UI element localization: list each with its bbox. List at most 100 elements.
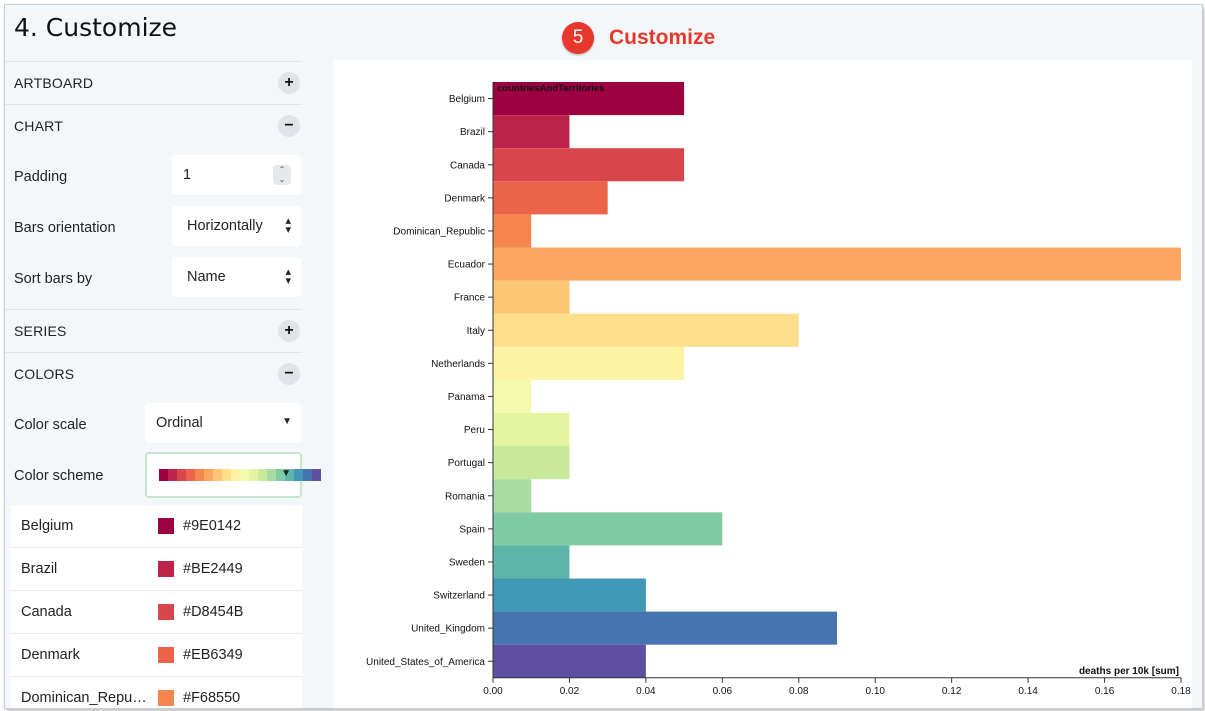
select-arrows-icon: ▴ ▾ <box>285 266 291 287</box>
x-axis-label: deaths per 10k [sum] <box>1079 666 1179 677</box>
color-list-item[interactable]: Canada #D8454B <box>11 591 302 634</box>
accordion-series[interactable]: SERIES + <box>5 309 302 352</box>
color-swatch[interactable] <box>158 561 174 577</box>
y-tick-label: Panama <box>448 392 486 403</box>
expand-series-button[interactable]: + <box>278 320 300 342</box>
collapse-colors-button[interactable]: − <box>278 363 300 385</box>
scheme-swatch <box>267 469 276 481</box>
bar <box>493 214 532 248</box>
bar <box>493 446 570 480</box>
bar <box>493 578 646 612</box>
chart-panel: Belgium Brazil Canada Denmark Dominican_Repu… <box>333 60 1192 708</box>
y-tick-label: Netherlands <box>431 359 485 370</box>
color-item-hex[interactable]: #D8454B <box>183 604 243 620</box>
color-item-hex[interactable]: #BE2449 <box>183 561 243 577</box>
series-label: countriesAndTerritories <box>497 83 605 94</box>
step-label: Customize <box>609 26 716 49</box>
color-scale-select[interactable]: Ordinal ▼ <box>145 403 301 443</box>
color-swatch[interactable] <box>158 518 174 534</box>
scheme-swatch <box>168 469 177 481</box>
color-swatch[interactable] <box>158 690 174 706</box>
x-tick-label: 0.14 <box>1018 686 1038 697</box>
select-arrows-icon: ▴ ▾ <box>285 215 291 236</box>
bar <box>493 611 837 645</box>
scheme-swatch <box>240 469 249 481</box>
sort-label: Sort bars by <box>14 271 93 287</box>
x-tick-label: 0.10 <box>865 686 885 697</box>
scheme-swatch <box>222 469 231 481</box>
y-tick-label: Portugal <box>448 458 485 469</box>
bar <box>493 148 685 182</box>
color-scale-label: Color scale <box>14 417 87 433</box>
page-title: 4. Customize <box>14 13 178 42</box>
sort-row: Sort bars by Name ▴ ▾ <box>5 257 302 301</box>
scheme-swatch <box>312 469 321 481</box>
color-item-name: Canada <box>21 604 72 620</box>
expand-artboard-button[interactable]: + <box>278 72 300 94</box>
scheme-swatch <box>249 469 258 481</box>
color-item-name: Belgium <box>21 518 74 534</box>
chevron-down-icon: ▼ <box>282 416 292 427</box>
color-scale-row: Color scale Ordinal ▼ <box>5 403 302 447</box>
x-tick-label: 0.16 <box>1095 686 1115 697</box>
bar <box>493 644 646 678</box>
stepper-icon[interactable]: ⌃ ⌄ <box>273 165 291 185</box>
step-badge: 5 <box>562 22 594 54</box>
bar <box>493 181 608 215</box>
scheme-swatch <box>213 469 222 481</box>
x-tick-label: 0.12 <box>942 686 962 697</box>
color-item-name: Brazil <box>21 561 58 577</box>
y-tick-label: Belgium <box>449 94 485 105</box>
x-tick-label: 0.04 <box>636 686 656 697</box>
x-tick-label: 0.02 <box>560 686 580 697</box>
accordion-colors[interactable]: COLORS − <box>5 352 302 395</box>
y-tick-label: Romania <box>445 491 485 502</box>
y-tick-label: Italy <box>467 326 485 337</box>
color-list-item[interactable]: Belgium #9E0142 <box>11 505 302 548</box>
y-tick-label: Denmark <box>444 193 486 204</box>
accordion-chart[interactable]: CHART − <box>5 104 302 147</box>
scheme-swatch <box>177 469 186 481</box>
collapse-chart-button[interactable]: − <box>278 115 300 137</box>
scheme-swatch <box>231 469 240 481</box>
orientation-row: Bars orientation Horizontally ▴ ▾ <box>5 206 302 250</box>
color-scheme-preview <box>159 469 321 481</box>
bar <box>493 346 685 380</box>
y-tick-label: Sweden <box>449 557 485 568</box>
scheme-swatch <box>294 469 303 481</box>
bar <box>493 115 570 149</box>
color-item-hex[interactable]: #F68550 <box>183 690 240 706</box>
bar <box>493 512 723 546</box>
scheme-swatch <box>159 469 168 481</box>
color-list-item[interactable]: Brazil #BE2449 <box>11 548 302 591</box>
sort-select[interactable]: Name ▴ ▾ <box>172 257 301 297</box>
bar <box>493 247 1181 281</box>
color-item-hex[interactable]: #9E0142 <box>183 518 241 534</box>
y-tick-label: Dominican_Republic <box>393 226 485 237</box>
x-tick-label: 0.06 <box>713 686 733 697</box>
y-tick-label: Peru <box>464 425 485 436</box>
x-tick-label: 0.00 <box>483 686 503 697</box>
scheme-swatch <box>195 469 204 481</box>
y-tick-label: Switzerland <box>433 591 485 602</box>
color-item-hex[interactable]: #EB6349 <box>183 647 243 663</box>
color-swatch[interactable] <box>158 604 174 620</box>
scheme-swatch <box>303 469 312 481</box>
y-tick-label: Ecuador <box>448 260 486 271</box>
padding-value: 1 <box>183 167 192 183</box>
orientation-select[interactable]: Horizontally ▴ ▾ <box>172 206 301 246</box>
color-list-item[interactable]: Dominican_Repub... #F68550 <box>11 677 302 708</box>
settings-panel: 4. Customize ARTBOARD + CHART − Padding … <box>5 5 321 708</box>
accordion-artboard[interactable]: ARTBOARD + <box>5 61 302 104</box>
orientation-label: Bars orientation <box>14 220 116 236</box>
scheme-swatch <box>258 469 267 481</box>
color-list-item[interactable]: Denmark #EB6349 <box>11 634 302 677</box>
orientation-value: Horizontally <box>187 218 263 234</box>
color-swatch[interactable] <box>158 647 174 663</box>
bar <box>493 413 570 447</box>
y-tick-label: Canada <box>450 160 485 171</box>
padding-input[interactable]: 1 ⌃ ⌄ <box>172 155 301 195</box>
app-window: 4. Customize ARTBOARD + CHART − Padding … <box>4 4 1203 709</box>
y-tick-label: United_Kingdom <box>411 624 485 635</box>
color-scheme-select[interactable]: ▼ <box>145 452 321 498</box>
